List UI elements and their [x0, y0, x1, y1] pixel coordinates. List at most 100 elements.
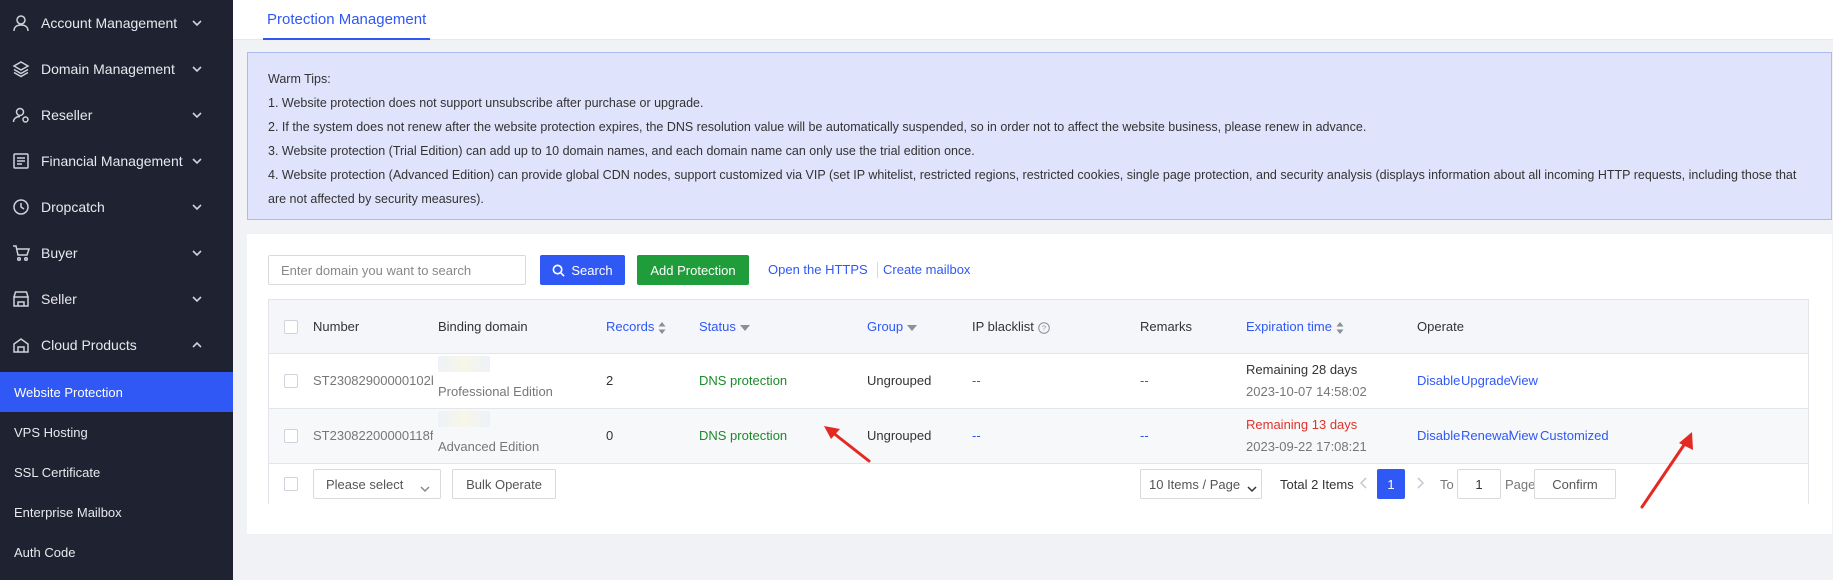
row-remarks[interactable]: --	[1140, 373, 1149, 388]
create-mailbox-link[interactable]: Create mailbox	[883, 262, 970, 277]
filter-icon[interactable]	[903, 319, 918, 334]
sidebar-item-label: Buyer	[41, 245, 78, 261]
sidebar-item-reseller[interactable]: Reseller	[0, 92, 233, 138]
sidebar-item-domain-management[interactable]: Domain Management	[0, 46, 233, 92]
sidebar-subitem-ssl-certificate[interactable]: SSL Certificate	[0, 452, 233, 492]
domain-search-input[interactable]	[268, 255, 526, 285]
sort-icon[interactable]	[1332, 319, 1344, 334]
bulk-select-checkbox[interactable]	[284, 477, 298, 491]
row-number: ST23082200000118f	[313, 428, 433, 443]
column-records-label: Records	[606, 319, 655, 334]
goto-page-input[interactable]	[1457, 469, 1501, 499]
row-expire-date: 2023-09-22 17:08:21	[1246, 439, 1367, 454]
chevron-down-icon	[191, 17, 203, 29]
row-group: Ungrouped	[867, 373, 932, 388]
row-status: DNS protection	[699, 373, 788, 388]
tips-title: Warm Tips:	[268, 72, 331, 86]
sidebar-item-seller[interactable]: Seller	[0, 276, 233, 322]
confirm-button[interactable]: Confirm	[1534, 469, 1616, 499]
row-records: 0	[606, 428, 614, 443]
column-status-label: Status	[699, 319, 736, 334]
warm-tips-box: Warm Tips: 1. Website protection does no…	[247, 52, 1832, 220]
chevron-down-icon	[1247, 481, 1257, 496]
column-records[interactable]: Records	[606, 319, 666, 334]
view-link[interactable]: View	[1510, 373, 1538, 388]
column-operate: Operate	[1417, 319, 1464, 334]
blurred-domain	[438, 411, 490, 427]
row-remaining: Remaining 28 days	[1246, 362, 1358, 377]
column-expiration-time[interactable]: Expiration time	[1246, 319, 1344, 334]
layers-icon	[11, 59, 31, 79]
reseller-icon	[11, 105, 31, 125]
sidebar-item-buyer[interactable]: Buyer	[0, 230, 233, 276]
customized-link[interactable]: Customized	[1540, 428, 1609, 443]
bulk-action-select[interactable]: Please select	[313, 469, 441, 499]
sidebar-item-financial-management[interactable]: Financial Management	[0, 138, 233, 184]
column-ip-blacklist-label: IP blacklist	[972, 319, 1034, 334]
sidebar: Account Management Domain Management Res…	[0, 0, 233, 580]
page-size-value: 10 Items / Page	[1149, 476, 1241, 492]
row-status: DNS protection	[699, 428, 788, 443]
disable-link[interactable]: Disable	[1417, 373, 1460, 388]
table-row: ST23082200000118f Advanced Edition 0 DNS…	[269, 409, 1808, 464]
page-size-select[interactable]: 10 Items / Page	[1140, 469, 1262, 499]
chevron-down-icon	[191, 247, 203, 259]
upgrade-link[interactable]: Upgrade	[1461, 373, 1511, 388]
row-remaining: Remaining 13 days	[1246, 417, 1358, 432]
clock-icon	[11, 197, 31, 217]
sidebar-item-label: Financial Management	[41, 153, 183, 169]
store-icon	[11, 289, 31, 309]
renewal-link[interactable]: Renewal	[1461, 428, 1512, 443]
protection-table: Number Binding domain Records Status Gro…	[268, 299, 1809, 504]
row-remarks[interactable]: --	[1140, 428, 1149, 443]
search-icon	[552, 264, 566, 277]
column-ip-blacklist: IP blacklist?	[972, 319, 1050, 334]
chevron-down-icon	[191, 63, 203, 75]
sidebar-subitem-website-protection[interactable]: Website Protection	[0, 372, 233, 412]
help-icon[interactable]: ?	[1034, 319, 1050, 334]
sidebar-item-dropcatch[interactable]: Dropcatch	[0, 184, 233, 230]
column-status[interactable]: Status	[699, 319, 750, 334]
prev-page-icon[interactable]	[1359, 477, 1372, 491]
row-ip-blacklist[interactable]: --	[972, 428, 981, 443]
add-protection-button[interactable]: Add Protection	[637, 255, 749, 285]
row-checkbox[interactable]	[284, 374, 298, 388]
row-group: Ungrouped	[867, 428, 932, 443]
row-checkbox[interactable]	[284, 429, 298, 443]
row-ip-blacklist[interactable]: --	[972, 373, 981, 388]
row-expire-date: 2023-10-07 14:58:02	[1246, 384, 1367, 399]
bulk-operate-button[interactable]: Bulk Operate	[452, 469, 556, 499]
sidebar-item-label: Reseller	[41, 107, 93, 123]
sidebar-item-account-management[interactable]: Account Management	[0, 0, 233, 46]
protection-panel: Search Add Protection Open the HTTPS Cre…	[247, 234, 1832, 534]
sidebar-subitem-auth-code[interactable]: Auth Code	[0, 532, 233, 572]
row-number: ST23082900000102b	[313, 373, 433, 388]
row-edition: Advanced Edition	[438, 439, 540, 454]
divider	[877, 262, 878, 278]
total-items: Total 2 Items	[1280, 477, 1354, 492]
filter-icon[interactable]	[736, 319, 750, 334]
select-all-checkbox[interactable]	[284, 320, 298, 334]
column-group[interactable]: Group	[867, 319, 918, 334]
row-edition: Professional Edition	[438, 384, 553, 399]
view-link[interactable]: View	[1510, 428, 1538, 443]
chevron-down-icon	[191, 155, 203, 167]
tab-protection-management[interactable]: Protection Management	[263, 0, 431, 40]
sidebar-item-cloud-products[interactable]: Cloud Products	[0, 322, 233, 368]
sidebar-subitem-enterprise-mailbox[interactable]: Enterprise Mailbox	[0, 492, 233, 532]
tip-line: 2. If the system does not renew after th…	[268, 120, 1367, 134]
next-page-icon[interactable]	[1416, 477, 1428, 491]
sidebar-subitem-vps-hosting[interactable]: VPS Hosting	[0, 412, 233, 452]
page-number-button[interactable]: 1	[1377, 469, 1405, 499]
disable-link[interactable]: Disable	[1417, 428, 1460, 443]
column-remarks: Remarks	[1140, 319, 1193, 334]
sidebar-item-label: Domain Management	[41, 61, 175, 77]
blurred-domain	[438, 356, 490, 372]
cart-icon	[11, 243, 31, 263]
row-records: 2	[606, 373, 614, 388]
page-label: Page	[1505, 477, 1536, 492]
search-button[interactable]: Search	[540, 255, 625, 285]
sidebar-item-label: Cloud Products	[41, 337, 137, 353]
open-https-link[interactable]: Open the HTTPS	[768, 262, 868, 277]
sort-icon[interactable]	[654, 319, 666, 334]
